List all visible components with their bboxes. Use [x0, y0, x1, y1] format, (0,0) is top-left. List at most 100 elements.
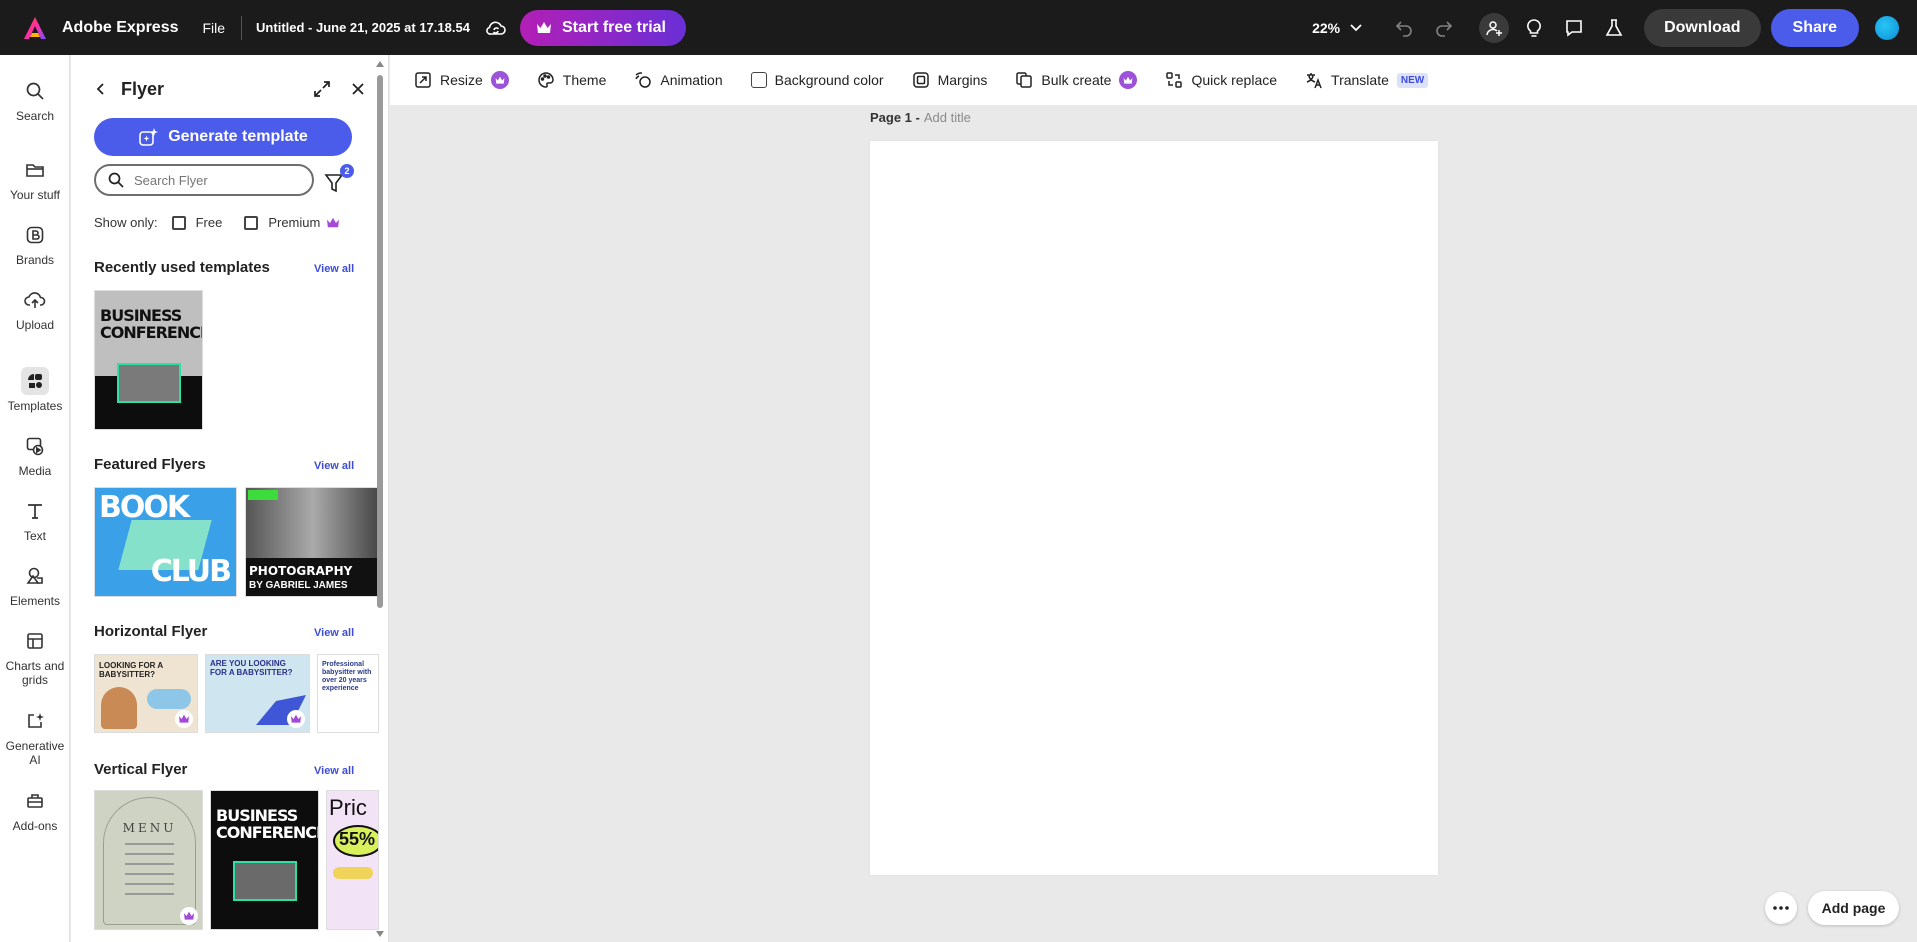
template-thumb-business-conference-2[interactable]: BUSINESS CONFERENCE [210, 790, 319, 930]
cloud-sync-icon[interactable] [484, 16, 508, 40]
view-all-recent-link[interactable]: View all [314, 263, 354, 275]
rail-item-label: Generative AI [5, 739, 65, 767]
thumb-text: BY GABRIEL JAMES [249, 580, 348, 591]
template-thumb-babysitter-2[interactable]: ARE YOU LOOKING FOR A BABYSITTER? [205, 654, 310, 733]
media-icon [21, 432, 49, 460]
close-icon[interactable] [351, 82, 365, 96]
zoom-dropdown[interactable]: 22% [1312, 20, 1362, 36]
rail-item-label: Search [16, 109, 54, 123]
section-title-horizontal: Horizontal Flyer [94, 623, 207, 640]
rail-item-label: Add-ons [13, 819, 58, 833]
generate-template-label: Generate template [168, 128, 308, 146]
redo-button[interactable] [1424, 8, 1464, 48]
add-page-button[interactable]: Add page [1808, 891, 1899, 925]
comments-button[interactable] [1554, 8, 1594, 48]
template-thumb-book-club[interactable]: BOOK CLUB [94, 487, 237, 597]
quick-replace-button[interactable]: Quick replace [1165, 71, 1277, 89]
grid-icon [21, 627, 49, 655]
translate-button[interactable]: Translate NEW [1305, 71, 1428, 89]
panel-scrollbar[interactable] [376, 61, 384, 937]
scrollbar-thumb[interactable] [377, 75, 383, 608]
animation-button[interactable]: Animation [634, 71, 722, 89]
template-thumb-price[interactable]: Pric 55% [326, 790, 379, 930]
rail-item-label: Templates [8, 399, 63, 413]
template-thumb-business-conference[interactable]: BUSINESS CONFERENCE [94, 290, 203, 430]
top-bar: Adobe Express File Untitled - June 21, 2… [0, 0, 1917, 55]
zoom-value: 22% [1312, 20, 1340, 36]
resize-button[interactable]: Resize [414, 71, 509, 89]
view-all-horizontal-link[interactable]: View all [314, 627, 354, 639]
start-free-trial-button[interactable]: Start free trial [520, 10, 686, 46]
back-chevron-icon[interactable] [95, 82, 107, 96]
user-avatar[interactable] [1875, 16, 1899, 40]
scroll-up-icon[interactable] [376, 61, 384, 67]
rail-item-text[interactable]: Text [0, 497, 70, 543]
view-all-featured-link[interactable]: View all [314, 460, 354, 472]
elements-icon [21, 562, 49, 590]
rail-item-add-ons[interactable]: Add-ons [0, 787, 70, 833]
panel-title: Flyer [121, 79, 164, 100]
more-options-button[interactable] [1765, 892, 1797, 924]
bulk-create-button[interactable]: Bulk create [1015, 71, 1137, 89]
expand-icon[interactable] [313, 80, 331, 98]
rail-item-elements[interactable]: Elements [0, 562, 70, 608]
free-checkbox[interactable] [172, 216, 186, 230]
undo-icon [1394, 18, 1414, 38]
bulk-create-label: Bulk create [1041, 72, 1111, 88]
text-icon [21, 497, 49, 525]
document-title[interactable]: Untitled - June 21, 2025 at 17.18.54 [256, 20, 470, 35]
add-title-field[interactable]: Add title [924, 110, 971, 125]
undo-button[interactable] [1384, 8, 1424, 48]
thumb-text: 55% [339, 829, 375, 850]
flask-icon [1604, 18, 1624, 38]
section-title-featured: Featured Flyers [94, 456, 206, 473]
resize-icon [414, 71, 432, 89]
rail-item-your-stuff[interactable]: Your stuff [0, 156, 70, 202]
background-color-label: Background color [775, 72, 884, 88]
premium-checkbox[interactable] [244, 216, 258, 230]
translate-label: Translate [1331, 72, 1389, 88]
template-thumb-menu[interactable]: MENU [94, 790, 203, 930]
thumb-text: ARE YOU LOOKING FOR A BABYSITTER? [210, 659, 300, 677]
margins-button[interactable]: Margins [912, 71, 988, 89]
rail-item-label: Your stuff [10, 188, 60, 202]
download-button[interactable]: Download [1644, 9, 1760, 47]
design-page[interactable] [870, 141, 1438, 875]
adobe-express-logo-icon[interactable] [22, 15, 48, 41]
share-button[interactable]: Share [1771, 9, 1859, 47]
upload-cloud-icon [21, 286, 49, 314]
template-thumb-babysitter-1[interactable]: LOOKING FOR A BABYSITTER? [94, 654, 198, 733]
show-only-filters: Show only: Free Premium [94, 215, 340, 230]
template-thumb-photography[interactable]: PHOTOGRAPHY BY GABRIEL JAMES [245, 487, 379, 597]
search-flyer-input[interactable] [134, 173, 294, 188]
left-rail: Search Your stuff Brands Upload Template… [0, 55, 70, 942]
rail-item-brands[interactable]: Brands [0, 221, 70, 267]
view-all-vertical-link[interactable]: View all [314, 765, 354, 777]
rail-item-generative-ai[interactable]: Generative AI [0, 707, 70, 767]
generate-template-button[interactable]: Generate template [94, 118, 352, 156]
animation-icon [634, 71, 652, 89]
rail-item-charts-and-grids[interactable]: Charts and grids [0, 627, 70, 687]
thumb-text: CLUB [151, 554, 230, 589]
premium-crown-icon [180, 907, 198, 925]
thumb-text: BUSINESS [216, 807, 319, 824]
file-menu[interactable]: File [202, 20, 225, 36]
labs-button[interactable] [1594, 8, 1634, 48]
template-thumb-babysitter-3[interactable]: Professional babysitter with over 20 yea… [317, 654, 379, 733]
rail-item-search[interactable]: Search [0, 77, 70, 123]
tips-button[interactable] [1514, 8, 1554, 48]
rail-item-upload[interactable]: Upload [0, 286, 70, 332]
filter-button[interactable]: 2 [324, 168, 352, 196]
background-color-swatch-icon [751, 72, 767, 88]
rail-item-media[interactable]: Media [0, 432, 70, 478]
theme-label: Theme [563, 72, 607, 88]
invite-button[interactable] [1474, 8, 1514, 48]
start-free-trial-label: Start free trial [562, 19, 666, 37]
theme-button[interactable]: Theme [537, 71, 607, 89]
scroll-down-icon[interactable] [376, 931, 384, 937]
search-icon [108, 172, 124, 188]
search-icon [21, 77, 49, 105]
background-color-button[interactable]: Background color [751, 72, 884, 88]
translate-icon [1305, 71, 1323, 89]
rail-item-templates[interactable]: Templates [0, 367, 70, 413]
